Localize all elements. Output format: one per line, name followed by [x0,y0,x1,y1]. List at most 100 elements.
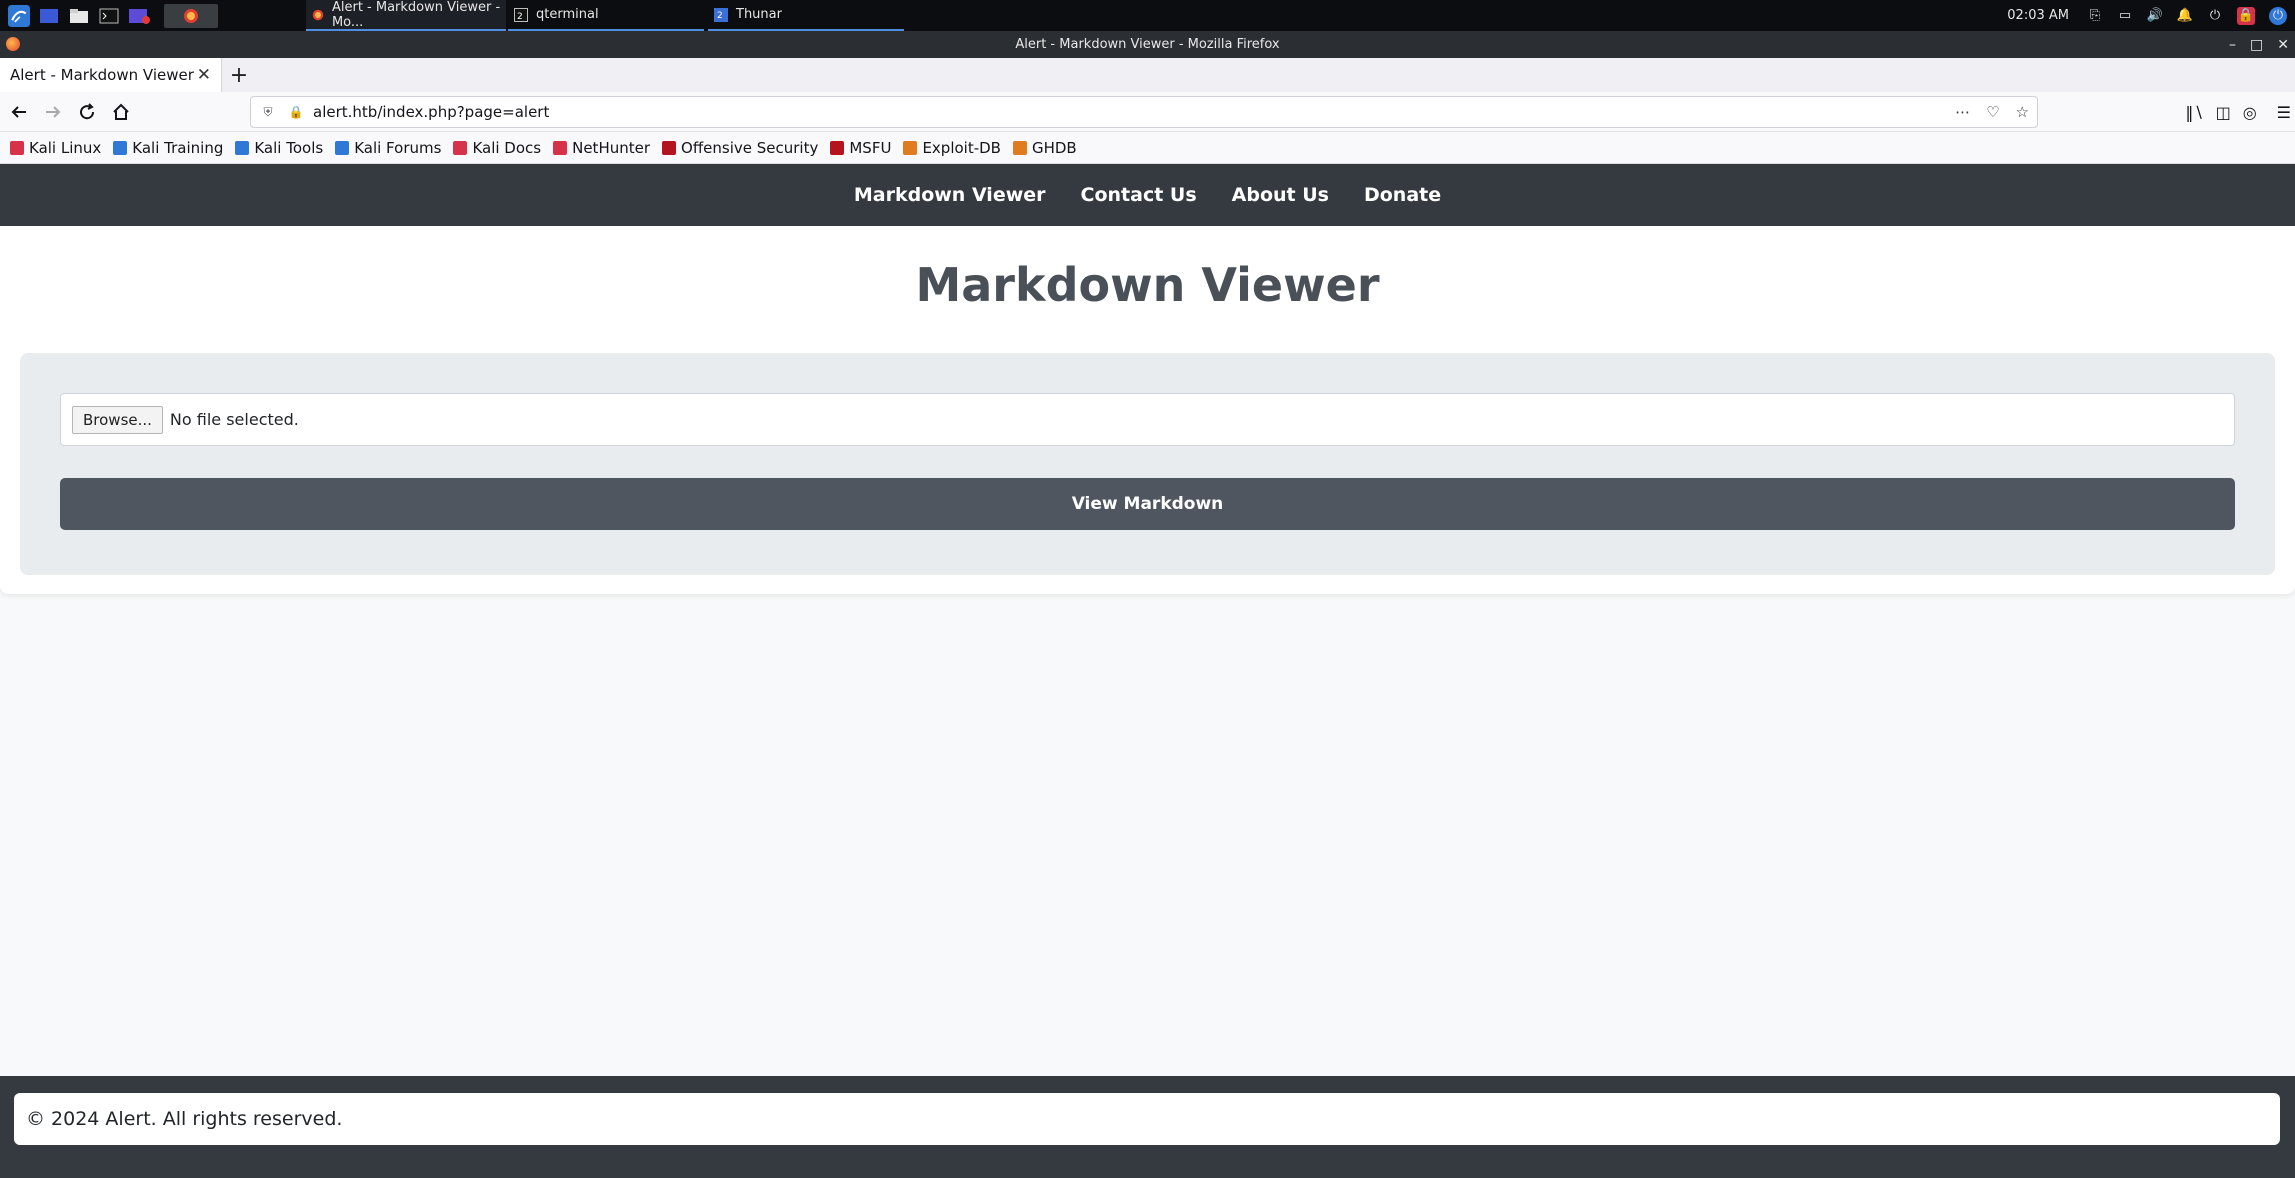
bookmark-label: Kali Training [132,138,224,157]
new-tab-plus-icon[interactable]: + [222,58,256,92]
display-icon[interactable]: ▭ [2117,8,2133,24]
bookmark-label: GHDB [1031,138,1077,157]
footer-copyright: © 2024 Alert. All rights reserved. [14,1093,2280,1145]
bookmark-favicon-icon [903,140,918,155]
taskbar-task-qterminal[interactable]: 2 qterminal [508,0,704,31]
window-title-bar: Alert - Markdown Viewer - Mozilla Firefo… [0,31,2295,58]
lock-icon[interactable]: 🔒 [2237,6,2255,25]
bookmark-kali-forums[interactable]: Kali Forums [335,139,441,157]
bookmark-star-icon[interactable]: ☆ [2016,103,2029,121]
back-arrow-icon[interactable] [2,95,36,129]
url-text[interactable]: alert.htb/index.php?page=alert [313,103,549,121]
taskbar-task-label: qterminal [536,7,599,22]
web-page: Markdown Viewer Contact Us About Us Dona… [0,164,2295,1178]
nav-link-donate[interactable]: Donate [1364,184,1441,206]
task-count-badge: 2 [717,10,723,21]
bookmark-exploit-db[interactable]: Exploit-DB [903,139,1001,157]
forward-arrow-icon[interactable] [36,95,70,129]
bookmark-label: Kali Tools [254,138,324,157]
bookmark-label: NetHunter [572,138,651,157]
desktop-show-icon[interactable] [38,5,60,27]
clipboard-icon[interactable]: ⎘ [2087,8,2103,24]
firefox-icon [312,9,324,20]
bookmarks-toolbar: Kali Linux Kali Training Kali Tools Kali Fo… [0,132,2295,164]
nav-link-markdown-viewer[interactable]: Markdown Viewer [854,184,1046,206]
upload-form: Browse... No file selected. View Markdow… [20,353,2275,575]
tab-strip: Alert - Markdown Viewer ✕ + [0,58,2295,92]
site-footer: © 2024 Alert. All rights reserved. [0,1076,2295,1178]
bookmark-favicon-icon [553,140,568,155]
bookmark-kali-training[interactable]: Kali Training [113,139,223,157]
task-count-badge: 2 [517,11,523,22]
bookmark-label: MSFU [849,138,892,157]
bookmark-offensive-security[interactable]: Offensive Security [662,139,818,157]
bookmark-msfu[interactable]: MSFU [830,139,891,157]
volume-icon[interactable]: 🔊 [2147,8,2163,24]
bookmark-label: Kali Docs [472,138,542,157]
bookmark-label: Offensive Security [681,138,819,157]
insecure-connection-icon[interactable]: 🔒 [285,105,307,119]
taskbar-task-label: Alert - Markdown Viewer - Mo... [331,0,501,30]
desktop-taskbar: Alert - Markdown Viewer - Mo... 2 qtermi… [0,0,2295,31]
notification-bell-icon[interactable]: 🔔 [2177,8,2193,24]
site-navigation: Markdown Viewer Contact Us About Us Dona… [0,164,2295,226]
browser-navbar: ⛨ 🔒 alert.htb/index.php?page=alert ⋯ ♡ ☆… [0,92,2295,132]
bookmark-favicon-icon [113,140,128,155]
terminal-icon[interactable] [98,5,120,27]
terminal-icon: 2 [514,7,528,22]
url-bar[interactable]: ⛨ 🔒 alert.htb/index.php?page=alert ⋯ ♡ ☆ [250,96,2038,128]
bookmark-label: Kali Linux [29,138,102,157]
bookmark-label: Exploit-DB [922,138,1001,157]
nav-link-contact-us[interactable]: Contact Us [1081,184,1197,206]
firefox-launcher-icon[interactable] [164,3,218,28]
view-markdown-button[interactable]: View Markdown [60,478,2235,530]
reload-icon[interactable] [70,95,104,129]
library-icon[interactable]: ‖∖ [2185,103,2203,122]
tracking-shield-icon[interactable]: ⛨ [257,105,279,120]
file-status-text: No file selected. [169,410,299,429]
bookmark-kali-docs[interactable]: Kali Docs [453,139,541,157]
taskbar-task-firefox[interactable]: Alert - Markdown Viewer - Mo... [306,0,506,31]
maximize-icon[interactable]: □ [2250,37,2263,53]
bookmark-favicon-icon [335,140,350,155]
bookmark-kali-tools[interactable]: Kali Tools [235,139,323,157]
bookmark-favicon-icon [235,140,250,155]
taskbar-task-thunar[interactable]: 2 Thunar [708,0,904,31]
nav-link-about-us[interactable]: About Us [1232,184,1329,206]
taskbar-launchers [0,0,218,31]
bookmark-ghdb[interactable]: GHDB [1012,138,1077,157]
page-actions-ellipsis-icon[interactable]: ⋯ [1955,103,1970,121]
markdown-file-input[interactable]: Browse... No file selected. [60,393,2235,446]
close-icon[interactable]: ✕ [2277,37,2289,53]
tab-alert-markdown-viewer[interactable]: Alert - Markdown Viewer ✕ [0,58,222,92]
bookmark-nethunter[interactable]: NetHunter [553,139,650,157]
bookmark-favicon-icon [1012,140,1027,155]
bookmark-favicon-icon [830,140,845,155]
bookmark-kali-linux[interactable]: Kali Linux [10,139,101,157]
screen-recorder-icon[interactable] [128,5,150,27]
bookmark-favicon-icon [662,140,677,155]
toolbar-right: ‖∖ ◫ ◎ ☰ [2185,92,2291,132]
power-icon[interactable]: ⏻ [2207,8,2223,24]
minimize-icon[interactable]: – [2229,37,2236,53]
hamburger-menu-icon[interactable]: ☰ [2277,103,2291,122]
bookmark-favicon-icon [10,140,24,155]
folder-icon: 2 [714,7,728,22]
tab-title: Alert - Markdown Viewer [10,66,194,84]
clock[interactable]: 02:03 AM [2007,8,2069,23]
account-icon[interactable]: ◎ [2243,103,2257,122]
kali-menu-icon[interactable] [8,4,30,27]
bookmark-label: Kali Forums [354,138,442,157]
browse-button[interactable]: Browse... [72,405,163,434]
home-icon[interactable] [104,95,138,129]
bookmark-favicon-icon [453,140,468,155]
window-controls: – □ ✕ [2229,31,2289,58]
page-title: Markdown Viewer [915,258,1380,312]
logout-icon[interactable]: ⏻ [2269,6,2287,25]
file-manager-icon[interactable] [68,5,90,27]
window-title: Alert - Markdown Viewer - Mozilla Firefo… [1015,37,1280,52]
tab-close-icon[interactable]: ✕ [197,65,211,85]
sidebar-icon[interactable]: ◫ [2216,103,2231,122]
pocket-icon[interactable]: ♡ [1986,103,1999,121]
taskbar-task-label: Thunar [736,7,782,22]
